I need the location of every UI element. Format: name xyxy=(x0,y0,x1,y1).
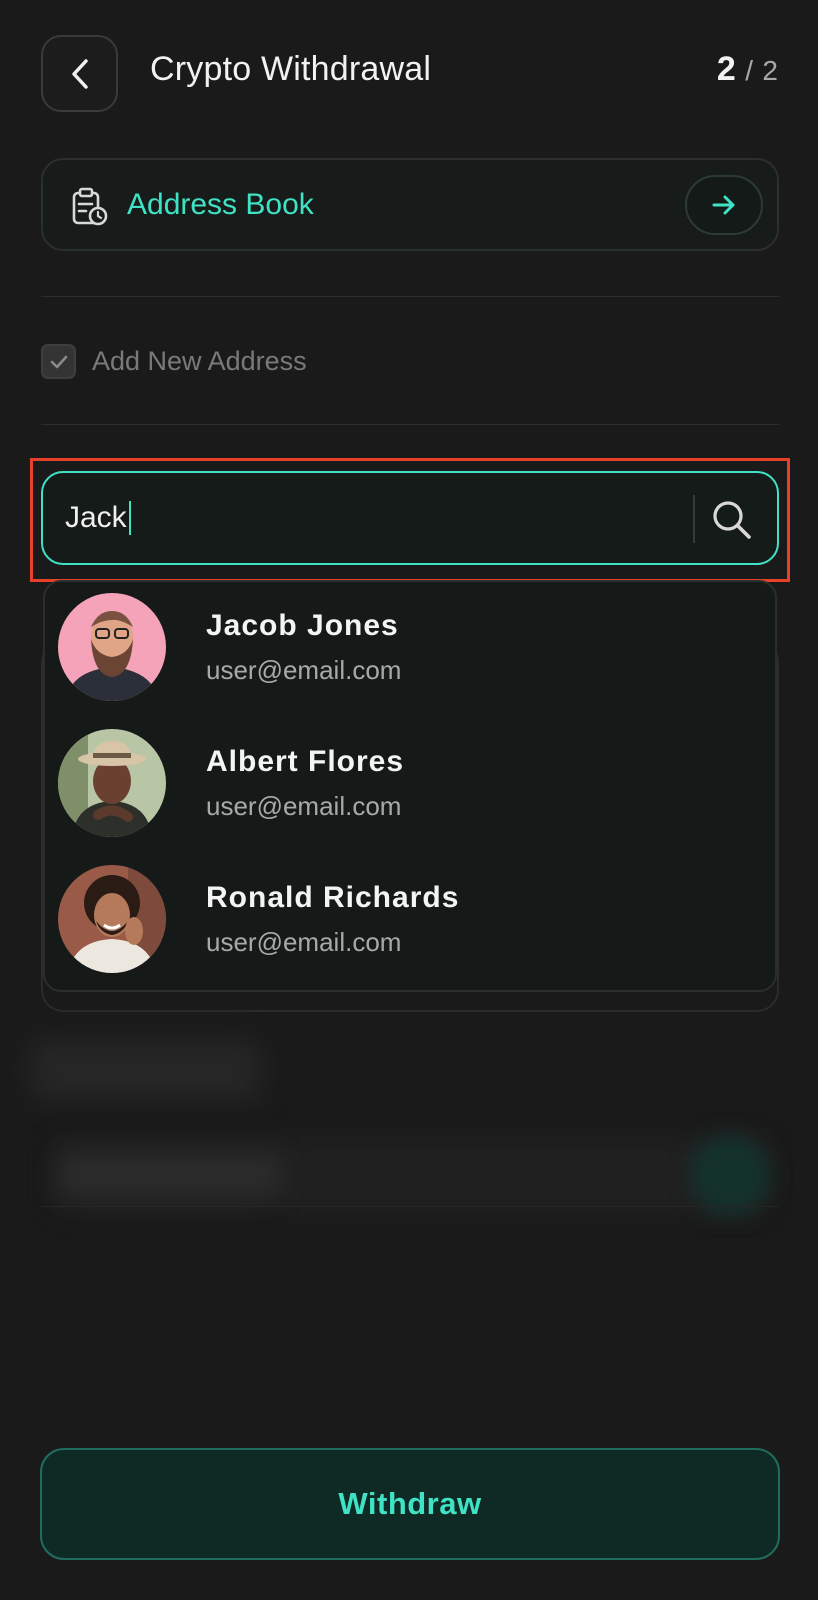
blurred-label xyxy=(30,1040,260,1100)
divider xyxy=(41,296,779,297)
add-new-address-label: Add New Address xyxy=(92,346,307,376)
search-separator xyxy=(693,495,695,543)
withdraw-button[interactable]: Withdraw xyxy=(40,1448,780,1560)
search-field[interactable]: Jack xyxy=(41,471,779,565)
contact-item[interactable]: Jacob Jones user@email.com xyxy=(58,593,758,703)
blurred-button xyxy=(690,1135,770,1215)
contact-item[interactable]: Albert Flores user@email.com xyxy=(58,729,758,839)
contact-item[interactable]: Ronald Richards user@email.com xyxy=(58,865,758,975)
step-total: 2 xyxy=(762,55,778,86)
back-button[interactable] xyxy=(41,35,118,112)
contact-name: Jacob Jones xyxy=(206,609,399,642)
divider xyxy=(41,1206,779,1207)
search-icon[interactable] xyxy=(709,497,753,541)
contact-suggestions-dropdown: Jacob Jones user@email.com Albert Flores… xyxy=(43,580,777,992)
step-current: 2 xyxy=(716,50,736,88)
avatar xyxy=(58,729,166,837)
add-new-address-checkbox[interactable] xyxy=(41,344,76,379)
contact-email: user@email.com xyxy=(206,791,402,821)
blurred-text xyxy=(60,1155,280,1195)
avatar xyxy=(58,593,166,701)
page: Crypto Withdrawal 2 / 2 Address Book Add… xyxy=(0,0,818,1600)
text-caret xyxy=(128,501,131,535)
address-book-label: Address Book xyxy=(127,188,314,221)
chevron-left-icon xyxy=(71,58,88,89)
page-title: Crypto Withdrawal xyxy=(150,50,432,88)
address-book-arrow-button[interactable] xyxy=(685,175,763,235)
search-input-value: Jack xyxy=(65,501,127,534)
avatar xyxy=(58,865,166,973)
divider xyxy=(41,424,779,425)
contact-email: user@email.com xyxy=(206,655,402,685)
search-input[interactable]: Jack xyxy=(65,501,131,535)
arrow-right-icon xyxy=(712,195,735,215)
checkmark-icon xyxy=(50,355,67,368)
contact-email: user@email.com xyxy=(206,927,402,957)
contact-name: Albert Flores xyxy=(206,745,405,778)
step-indicator: 2 / 2 xyxy=(717,50,778,89)
contact-name: Ronald Richards xyxy=(206,881,460,914)
step-separator: / xyxy=(745,55,753,86)
address-book-card[interactable]: Address Book xyxy=(41,158,779,251)
clipboard-clock-icon xyxy=(72,187,108,226)
